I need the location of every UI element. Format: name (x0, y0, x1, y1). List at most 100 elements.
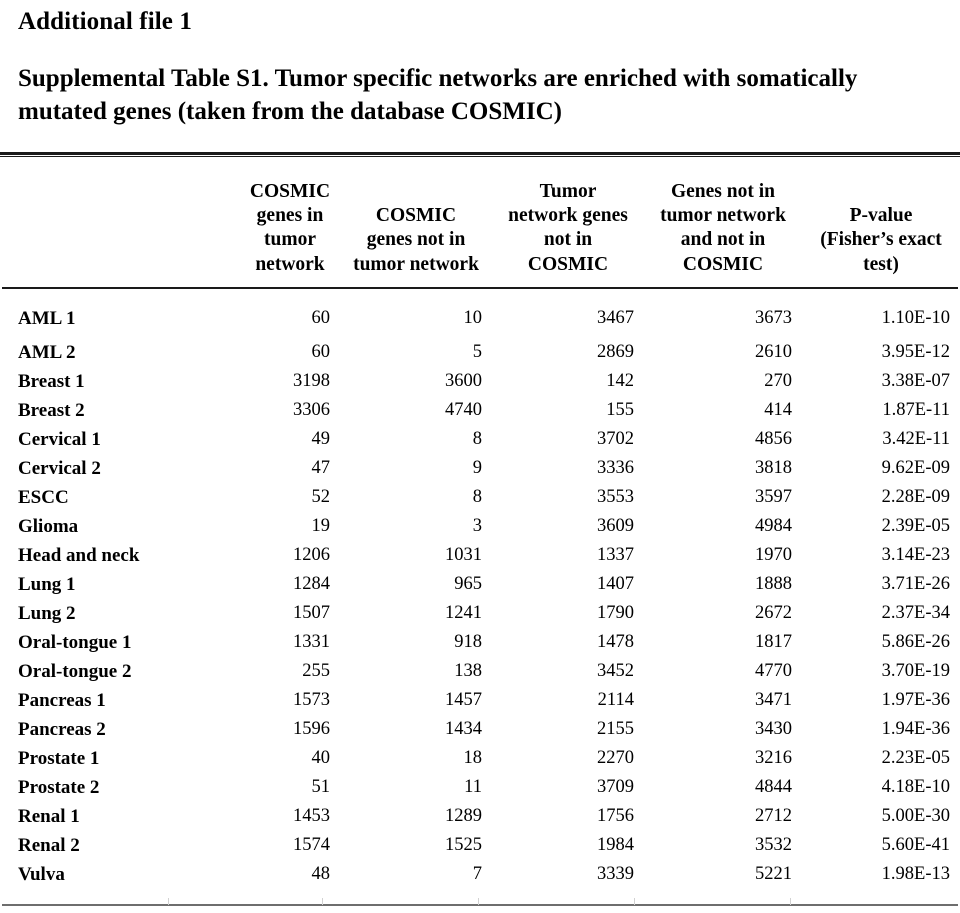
cell-cosmic-not-in-network: 4740 (445, 400, 482, 420)
cell-not-network-not-cosmic: 1817 (755, 632, 792, 652)
cell-network-not-in-cosmic: 3702 (597, 429, 634, 449)
table-row: AML 1 60 10 3467 3673 1.10E-10 (0, 289, 960, 338)
cell-cosmic-not-in-network: 1289 (445, 806, 482, 826)
header-line: COSMIC (375, 204, 457, 226)
cell-not-network-not-cosmic: 3597 (755, 487, 792, 507)
cell-network-not-in-cosmic: 3339 (597, 864, 634, 884)
cell-cosmic-in-network: 1507 (293, 603, 330, 623)
cell-cosmic-in-network: 19 (311, 516, 331, 536)
row-label: Oral-tongue 1 (18, 632, 132, 653)
cell-cosmic-in-network: 3198 (293, 371, 330, 391)
cell-not-network-not-cosmic: 5221 (755, 864, 792, 884)
header-line: genes not in (366, 229, 466, 251)
row-label: Breast 1 (18, 371, 85, 392)
cell-cosmic-in-network: 1573 (293, 690, 330, 710)
cell-network-not-in-cosmic: 3553 (597, 487, 634, 507)
row-label: Prostate 1 (18, 748, 100, 769)
cell-cosmic-not-in-network: 18 (463, 748, 483, 768)
table-rule-bottom (2, 904, 958, 906)
table-row: Cervical 1 49 8 3702 4856 3.42E-11 (0, 425, 960, 454)
cell-not-network-not-cosmic: 3818 (755, 458, 792, 478)
cell-network-not-in-cosmic: 2869 (597, 342, 634, 362)
cell-pvalue: 5.60E-41 (881, 835, 950, 855)
table-body: AML 1 60 10 3467 3673 1.10E-10 AML 2 60 5 2869 261… (0, 289, 960, 889)
row-label: Glioma (18, 516, 79, 537)
cell-cosmic-in-network: 40 (311, 748, 331, 768)
cell-pvalue: 3.42E-11 (882, 429, 950, 449)
cell-network-not-in-cosmic: 1790 (597, 603, 634, 623)
table-row: ESCC 52 8 3553 3597 2.28E-09 (0, 483, 960, 512)
cell-network-not-in-cosmic: 142 (606, 371, 634, 391)
column-header-label (0, 157, 240, 287)
cell-cosmic-in-network: 1574 (293, 835, 330, 855)
cell-cosmic-not-in-network: 3600 (445, 371, 482, 391)
table-row: Lung 1 1284 965 1407 1888 3.71E-26 (0, 570, 960, 599)
cell-cosmic-not-in-network: 965 (454, 574, 482, 594)
cell-pvalue: 3.14E-23 (881, 545, 950, 565)
column-header-pvalue: P-value (Fisher’s exact test) (802, 157, 960, 287)
header-line: COSMIC (249, 180, 331, 202)
header-line: and not in (680, 229, 766, 251)
cell-not-network-not-cosmic: 2610 (755, 342, 792, 362)
cell-not-network-not-cosmic: 3216 (755, 748, 792, 768)
header-line: network (255, 253, 325, 275)
table-row: Prostate 1 40 18 2270 3216 2.23E-05 (0, 744, 960, 773)
cell-cosmic-in-network: 60 (311, 342, 331, 362)
cell-cosmic-not-in-network: 1457 (445, 690, 482, 710)
cell-cosmic-in-network: 1206 (293, 545, 330, 565)
cell-cosmic-in-network: 48 (311, 864, 331, 884)
cell-cosmic-in-network: 60 (311, 308, 331, 328)
cell-network-not-in-cosmic: 1337 (597, 545, 634, 565)
cell-pvalue: 2.39E-05 (881, 516, 950, 536)
row-label: Prostate 2 (18, 777, 100, 798)
cell-not-network-not-cosmic: 2672 (755, 603, 792, 623)
cell-cosmic-not-in-network: 7 (472, 864, 482, 884)
header-line: (Fisher’s exact (820, 229, 942, 251)
cell-network-not-in-cosmic: 1984 (597, 835, 634, 855)
cell-cosmic-not-in-network: 9 (472, 458, 482, 478)
header-row: COSMIC genes in tumor network COSMIC gen… (0, 157, 960, 287)
column-header-cosmic-in-network: COSMIC genes in tumor network (240, 157, 340, 287)
cell-not-network-not-cosmic: 4770 (755, 661, 792, 681)
cell-network-not-in-cosmic: 1407 (597, 574, 634, 594)
header-line: not in (543, 229, 593, 251)
cell-pvalue: 3.71E-26 (881, 574, 950, 594)
column-header-not-in-network-not-in-cosmic: Genes not in tumor network and not in CO… (644, 157, 802, 287)
cell-cosmic-not-in-network: 1031 (445, 545, 482, 565)
cell-tick (478, 898, 479, 905)
cell-cosmic-in-network: 52 (311, 487, 331, 507)
document-heading: Additional file 1 (18, 8, 192, 35)
cell-network-not-in-cosmic: 3452 (597, 661, 634, 681)
cell-not-network-not-cosmic: 4984 (755, 516, 792, 536)
table-row: Glioma 19 3 3609 4984 2.39E-05 (0, 512, 960, 541)
table-row: Renal 1 1453 1289 1756 2712 5.00E-30 (0, 802, 960, 831)
cell-network-not-in-cosmic: 155 (606, 400, 634, 420)
cell-cosmic-not-in-network: 918 (454, 632, 482, 652)
header-line: network genes (508, 204, 628, 226)
row-label: Pancreas 1 (18, 690, 106, 711)
cell-cosmic-not-in-network: 5 (472, 342, 482, 362)
cell-not-network-not-cosmic: 1888 (755, 574, 792, 594)
cell-not-network-not-cosmic: 414 (764, 400, 792, 420)
table-row: Lung 2 1507 1241 1790 2672 2.37E-34 (0, 599, 960, 628)
cell-network-not-in-cosmic: 3467 (597, 308, 634, 328)
cell-network-not-in-cosmic: 3609 (597, 516, 634, 536)
cell-pvalue: 2.37E-34 (881, 603, 950, 623)
cell-pvalue: 2.23E-05 (881, 748, 950, 768)
cell-not-network-not-cosmic: 3471 (755, 690, 792, 710)
cell-cosmic-not-in-network: 138 (454, 661, 482, 681)
cell-tick (322, 898, 323, 905)
cell-cosmic-in-network: 1284 (293, 574, 330, 594)
row-label: Head and neck (18, 545, 140, 566)
row-label: Cervical 2 (18, 458, 101, 479)
header-line: COSMIC (682, 253, 764, 275)
row-label: Cervical 1 (18, 429, 101, 450)
row-label: Vulva (18, 864, 65, 885)
table-container: COSMIC genes in tumor network COSMIC gen… (0, 152, 960, 906)
cell-network-not-in-cosmic: 1756 (597, 806, 634, 826)
cell-pvalue: 5.00E-30 (881, 806, 950, 826)
cell-cosmic-not-in-network: 8 (472, 429, 482, 449)
cell-tick (634, 898, 635, 905)
cell-cosmic-in-network: 47 (311, 458, 331, 478)
cell-cosmic-in-network: 1453 (293, 806, 330, 826)
